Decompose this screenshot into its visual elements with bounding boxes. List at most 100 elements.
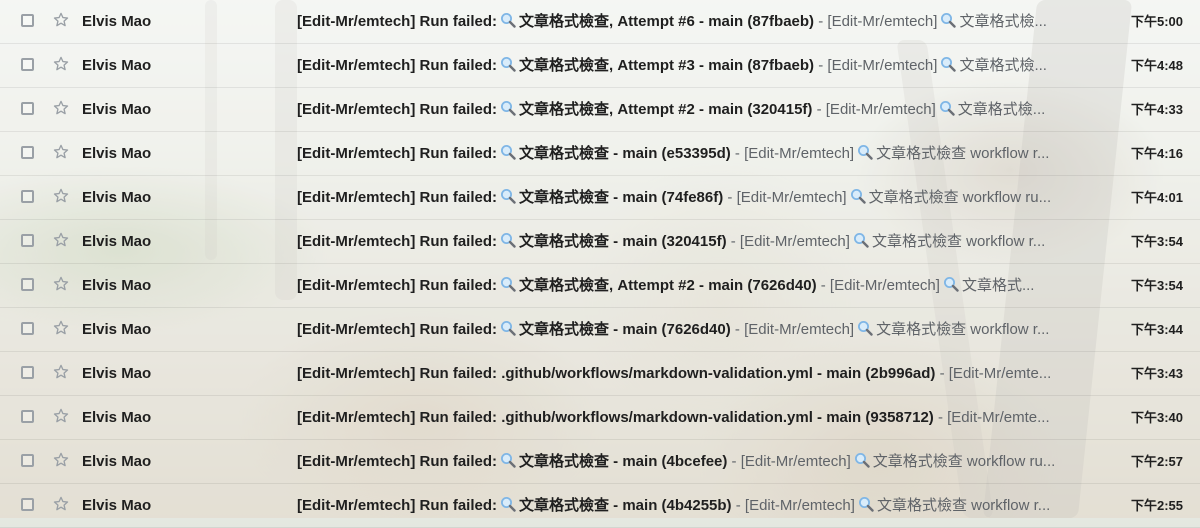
star-icon[interactable]	[52, 231, 70, 249]
star-icon[interactable]	[52, 407, 70, 425]
magnifying-glass-icon	[858, 145, 873, 160]
checkbox-icon[interactable]	[21, 366, 34, 379]
checkbox-icon[interactable]	[21, 102, 34, 115]
snippet-prefix: [Edit-Mr/emtech]	[744, 321, 855, 338]
email-row[interactable]: Elvis Mao [Edit-Mr/emtech] Run failed: 文章…	[0, 132, 1200, 176]
subject-line: [Edit-Mr/emtech] Run failed: 文章格式檢查 - mai…	[297, 484, 1083, 527]
snippet-text: 文章格式檢...	[959, 57, 1047, 74]
snippet-text: 文章格式檢查 workflow r...	[871, 233, 1046, 250]
snippet-prefix: [Edit-Mr/emtech]	[740, 453, 851, 470]
checkbox-icon[interactable]	[21, 14, 34, 27]
magnifying-glass-icon	[501, 497, 516, 512]
subject-line: [Edit-Mr/emtech] Run failed: 文章格式檢查 - mai…	[297, 220, 1083, 263]
star-icon[interactable]	[52, 55, 70, 73]
star-icon[interactable]	[52, 451, 70, 469]
subject-text: 文章格式檢查 - main (4b4255b)	[519, 497, 732, 514]
checkbox-icon[interactable]	[21, 498, 34, 511]
magnifying-glass-icon	[943, 277, 959, 292]
checkbox-icon[interactable]	[21, 58, 34, 71]
snippet-prefix: [Edit-Mr/emtech]	[827, 13, 938, 30]
subject-line: [Edit-Mr/emtech] Run failed: 文章格式檢查 - mai…	[297, 176, 1083, 219]
star-icon[interactable]	[52, 99, 70, 117]
snippet-prefix: [Edit-Mr/emtech]	[744, 145, 855, 162]
snippet-prefix: [Edit-Mr/emtech]	[829, 277, 940, 294]
sender-name: Elvis Mao	[82, 453, 152, 470]
sender-name: Elvis Mao	[82, 145, 152, 162]
separator: -	[935, 365, 949, 382]
separator: -	[814, 13, 828, 30]
received-time: 下午3:43	[1130, 366, 1183, 381]
separator: -	[816, 277, 830, 294]
star-icon[interactable]	[52, 11, 70, 29]
sender-name: Elvis Mao	[82, 497, 152, 514]
sender-name: Elvis Mao	[82, 365, 152, 382]
received-time: 下午3:54	[1130, 278, 1183, 293]
magnifying-glass-icon	[941, 57, 957, 72]
subject-text: 文章格式檢查 - main (7626d40)	[519, 321, 731, 338]
magnifying-glass-icon	[853, 233, 869, 248]
subject-prefix: [Edit-Mr/emtech] Run failed:	[297, 497, 498, 514]
subject-prefix: [Edit-Mr/emtech] Run failed:	[297, 321, 498, 338]
star-icon[interactable]	[52, 363, 70, 381]
email-row[interactable]: Elvis Mao [Edit-Mr/emtech] Run failed: 文章…	[0, 88, 1200, 132]
email-row[interactable]: Elvis Mao [Edit-Mr/emtech] Run failed: 文章…	[0, 264, 1200, 308]
received-time: 下午4:33	[1130, 102, 1183, 117]
email-row[interactable]: Elvis Mao [Edit-Mr/emtech] Run failed: .…	[0, 396, 1200, 440]
separator: -	[814, 57, 828, 74]
subject-prefix: [Edit-Mr/emtech] Run failed:	[297, 365, 498, 382]
email-row[interactable]: Elvis Mao [Edit-Mr/emtech] Run failed: 文章…	[0, 308, 1200, 352]
subject-prefix: [Edit-Mr/emtech] Run failed:	[297, 277, 498, 294]
separator: -	[730, 321, 745, 338]
subject-prefix: [Edit-Mr/emtech] Run failed:	[297, 233, 498, 250]
snippet-prefix: [Edit-Mr/emtech]	[739, 233, 850, 250]
magnifying-glass-icon	[858, 497, 874, 512]
star-icon[interactable]	[52, 187, 70, 205]
email-list: Elvis Mao [Edit-Mr/emtech] Run failed: 文章…	[0, 0, 1200, 528]
subject-line: [Edit-Mr/emtech] Run failed: .github/wor…	[297, 352, 1083, 395]
email-row[interactable]: Elvis Mao [Edit-Mr/emtech] Run failed: 文章…	[0, 44, 1200, 88]
star-icon[interactable]	[52, 495, 70, 513]
snippet-text: 文章格式檢查 workflow ru...	[868, 189, 1052, 206]
checkbox-icon[interactable]	[21, 234, 34, 247]
checkbox-icon[interactable]	[21, 410, 34, 423]
subject-text: 文章格式檢查, Attempt #3 - main (87fbaeb)	[519, 57, 815, 74]
subject-prefix: [Edit-Mr/emtech] Run failed:	[297, 453, 498, 470]
magnifying-glass-icon	[939, 101, 955, 116]
magnifying-glass-icon	[501, 13, 516, 28]
subject-text: 文章格式檢查 - main (74fe86f)	[519, 189, 724, 206]
star-icon[interactable]	[52, 275, 70, 293]
snippet-text: 文章格式檢...	[959, 13, 1047, 30]
email-row[interactable]: Elvis Mao [Edit-Mr/emtech] Run failed: 文章…	[0, 484, 1200, 528]
checkbox-icon[interactable]	[21, 454, 34, 467]
checkbox-icon[interactable]	[21, 322, 34, 335]
magnifying-glass-icon	[501, 453, 516, 468]
separator: -	[726, 233, 740, 250]
magnifying-glass-icon	[854, 453, 870, 468]
subject-line: [Edit-Mr/emtech] Run failed: 文章格式檢查, Atte…	[297, 44, 1083, 87]
magnifying-glass-icon	[501, 277, 516, 292]
email-row[interactable]: Elvis Mao [Edit-Mr/emtech] Run failed: 文章…	[0, 176, 1200, 220]
sender-name: Elvis Mao	[82, 409, 152, 426]
subject-text: 文章格式檢查, Attempt #2 - main (7626d40)	[519, 277, 817, 294]
magnifying-glass-icon	[858, 321, 873, 336]
checkbox-icon[interactable]	[21, 146, 34, 159]
sender-name: Elvis Mao	[82, 321, 152, 338]
star-icon[interactable]	[52, 319, 70, 337]
separator: -	[933, 409, 948, 426]
email-row[interactable]: Elvis Mao [Edit-Mr/emtech] Run failed: 文章…	[0, 220, 1200, 264]
sender-name: Elvis Mao	[82, 57, 152, 74]
snippet-prefix: [Edit-Mr/emte...	[947, 409, 1050, 426]
checkbox-icon[interactable]	[21, 278, 34, 291]
received-time: 下午4:01	[1130, 190, 1183, 205]
subject-text: .github/workflows/markdown-validation.ym…	[501, 365, 936, 382]
email-row[interactable]: Elvis Mao [Edit-Mr/emtech] Run failed: 文章…	[0, 440, 1200, 484]
separator: -	[723, 189, 737, 206]
email-row[interactable]: Elvis Mao [Edit-Mr/emtech] Run failed: 文章…	[0, 0, 1200, 44]
separator: -	[727, 453, 741, 470]
checkbox-icon[interactable]	[21, 190, 34, 203]
received-time: 下午2:57	[1130, 454, 1183, 469]
subject-text: 文章格式檢查 - main (4bcefee)	[519, 453, 728, 470]
star-icon[interactable]	[52, 143, 70, 161]
sender-name: Elvis Mao	[82, 189, 152, 206]
email-row[interactable]: Elvis Mao [Edit-Mr/emtech] Run failed: .…	[0, 352, 1200, 396]
